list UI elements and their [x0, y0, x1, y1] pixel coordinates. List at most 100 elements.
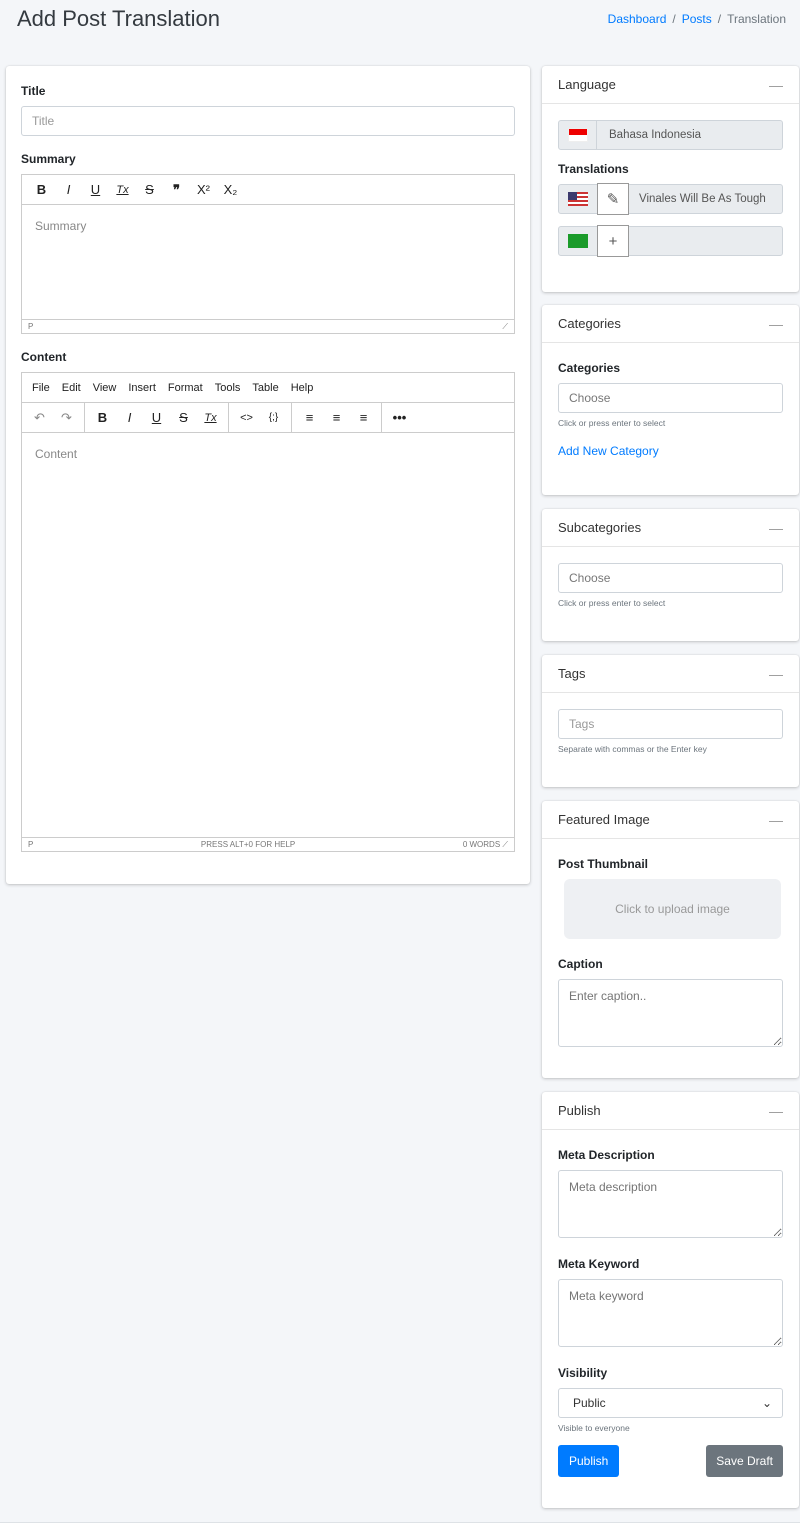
summary-label: Summary	[21, 152, 76, 166]
meta-description-label: Meta Description	[558, 1148, 655, 1162]
footer	[0, 1522, 800, 1532]
menu-help[interactable]: Help	[291, 382, 314, 394]
edit-translation-button[interactable]: ✎	[597, 183, 629, 215]
plus-icon: +	[608, 232, 618, 250]
align-left-icon[interactable]: ≡	[296, 410, 323, 425]
thumbnail-label: Post Thumbnail	[558, 857, 648, 871]
collapse-icon[interactable]: —	[769, 520, 783, 536]
summary-editor: B I U Tx S ❞ X² X₂ Summary P ⟋	[21, 174, 515, 334]
visibility-value: Public	[573, 1396, 606, 1410]
collapse-icon[interactable]: —	[769, 1103, 783, 1119]
page-title: Add Post Translation	[17, 6, 221, 31]
translation-title: Vinales Will Be As Tough	[639, 193, 766, 205]
codesample-icon[interactable]: {;}	[260, 412, 287, 423]
subcategories-help: Click or press enter to select	[558, 598, 666, 608]
underline-icon[interactable]: U	[143, 410, 170, 425]
visibility-select[interactable]: Public ⌄	[558, 1388, 783, 1418]
summary-path: P	[28, 322, 34, 331]
italic-icon[interactable]: I	[116, 410, 143, 425]
breadcrumb: Dashboard / Posts / Translation	[607, 12, 786, 26]
align-center-icon[interactable]: ≡	[323, 410, 350, 425]
publish-button[interactable]: Publish	[558, 1445, 620, 1477]
translation-row: +	[558, 225, 783, 257]
content-area[interactable]: Content	[22, 433, 514, 837]
resize-handle-icon[interactable]: ⟋	[502, 840, 508, 849]
menu-view[interactable]: View	[93, 382, 117, 394]
code-icon[interactable]: <>	[233, 412, 260, 424]
chevron-down-icon: ⌄	[761, 1396, 772, 1410]
us-flag-icon	[559, 185, 597, 213]
content-label: Content	[21, 350, 67, 364]
tags-help: Separate with commas or the Enter key	[558, 744, 707, 754]
pencil-icon: ✎	[606, 191, 620, 208]
post-editor-card: Title Title Summary B I U Tx S ❞ X² X₂ S…	[6, 66, 530, 884]
collapse-icon[interactable]: —	[769, 666, 783, 682]
add-category-link[interactable]: Add New Category	[558, 444, 783, 458]
menu-format[interactable]: Format	[168, 382, 203, 394]
publish-title: Publish	[558, 1103, 601, 1118]
categories-help: Click or press enter to select	[558, 418, 666, 428]
breadcrumb-dashboard[interactable]: Dashboard	[608, 12, 667, 26]
categories-select[interactable]: Choose	[558, 383, 783, 413]
upload-image-dropzone[interactable]: Click to upload image	[564, 879, 781, 939]
more-icon[interactable]: •••	[386, 410, 413, 425]
categories-title: Categories	[558, 316, 621, 331]
undo-icon[interactable]: ↶	[26, 410, 53, 426]
indonesia-flag-icon	[559, 121, 597, 149]
title-input[interactable]: Title	[21, 106, 515, 136]
collapse-icon[interactable]: —	[769, 812, 783, 828]
superscript-button[interactable]: X²	[190, 182, 217, 197]
redo-icon[interactable]: ↷	[53, 410, 80, 426]
menu-table[interactable]: Table	[252, 382, 278, 394]
subscript-button[interactable]: X₂	[217, 182, 244, 197]
clear-format-button[interactable]: Tx	[109, 184, 136, 196]
caption-input[interactable]	[558, 979, 783, 1047]
subcategories-select[interactable]: Choose	[558, 563, 783, 593]
meta-description-input[interactable]	[558, 1170, 783, 1238]
tags-card: Tags — Tags Separate with commas or the E…	[542, 655, 799, 787]
help-hint: PRESS ALT+0 FOR HELP	[200, 840, 296, 849]
current-language: Bahasa Indonesia	[558, 120, 783, 150]
featured-image-card: Featured Image — Post Thumbnail Click to …	[542, 801, 799, 1078]
underline-button[interactable]: U	[82, 182, 109, 197]
add-translation-button[interactable]: +	[597, 225, 629, 257]
italic-button[interactable]: I	[55, 182, 82, 197]
blockquote-button[interactable]: ❞	[163, 182, 190, 198]
content-statusbar: P PRESS ALT+0 FOR HELP 0 WORDS ⟋	[22, 837, 514, 851]
align-right-icon[interactable]: ≡	[350, 410, 377, 425]
collapse-icon[interactable]: —	[769, 77, 783, 93]
collapse-icon[interactable]: —	[769, 316, 783, 332]
translation-row: ✎ Vinales Will Be As Tough	[558, 183, 783, 215]
subcategories-card: Subcategories — Choose Click or press ent…	[542, 509, 799, 641]
caption-label: Caption	[558, 957, 603, 971]
language-card: Language — Bahasa Indonesia Translations …	[542, 66, 799, 292]
language-title: Language	[558, 77, 616, 92]
featured-image-title: Featured Image	[558, 812, 650, 827]
menu-edit[interactable]: Edit	[62, 382, 81, 394]
bold-icon[interactable]: B	[89, 410, 116, 425]
content-menubar: File Edit View Insert Format Tools Table…	[22, 373, 514, 403]
visibility-help: Visible to everyone	[558, 1423, 630, 1433]
menu-insert[interactable]: Insert	[128, 382, 156, 394]
summary-toolbar: B I U Tx S ❞ X² X₂	[22, 175, 514, 205]
resize-handle-icon[interactable]: ⟋	[502, 322, 508, 332]
strikethrough-icon[interactable]: S	[170, 410, 197, 425]
subcategories-title: Subcategories	[558, 520, 642, 535]
strikethrough-button[interactable]: S	[136, 182, 163, 197]
content-path: P	[28, 840, 34, 849]
breadcrumb-posts[interactable]: Posts	[682, 12, 712, 26]
clear-format-icon[interactable]: Tx	[197, 412, 224, 424]
save-draft-button[interactable]: Save Draft	[706, 1445, 783, 1477]
translations-label: Translations	[558, 162, 629, 176]
menu-tools[interactable]: Tools	[215, 382, 241, 394]
current-language-name: Bahasa Indonesia	[609, 129, 702, 141]
menu-file[interactable]: File	[32, 382, 50, 394]
title-label: Title	[21, 84, 46, 98]
tags-input[interactable]: Tags	[558, 709, 783, 739]
breadcrumb-current: Translation	[727, 12, 786, 26]
saudi-flag-icon	[559, 227, 597, 255]
categories-label: Categories	[558, 361, 621, 375]
summary-area[interactable]: Summary	[22, 205, 514, 319]
bold-button[interactable]: B	[28, 182, 55, 197]
meta-keyword-input[interactable]	[558, 1279, 783, 1347]
